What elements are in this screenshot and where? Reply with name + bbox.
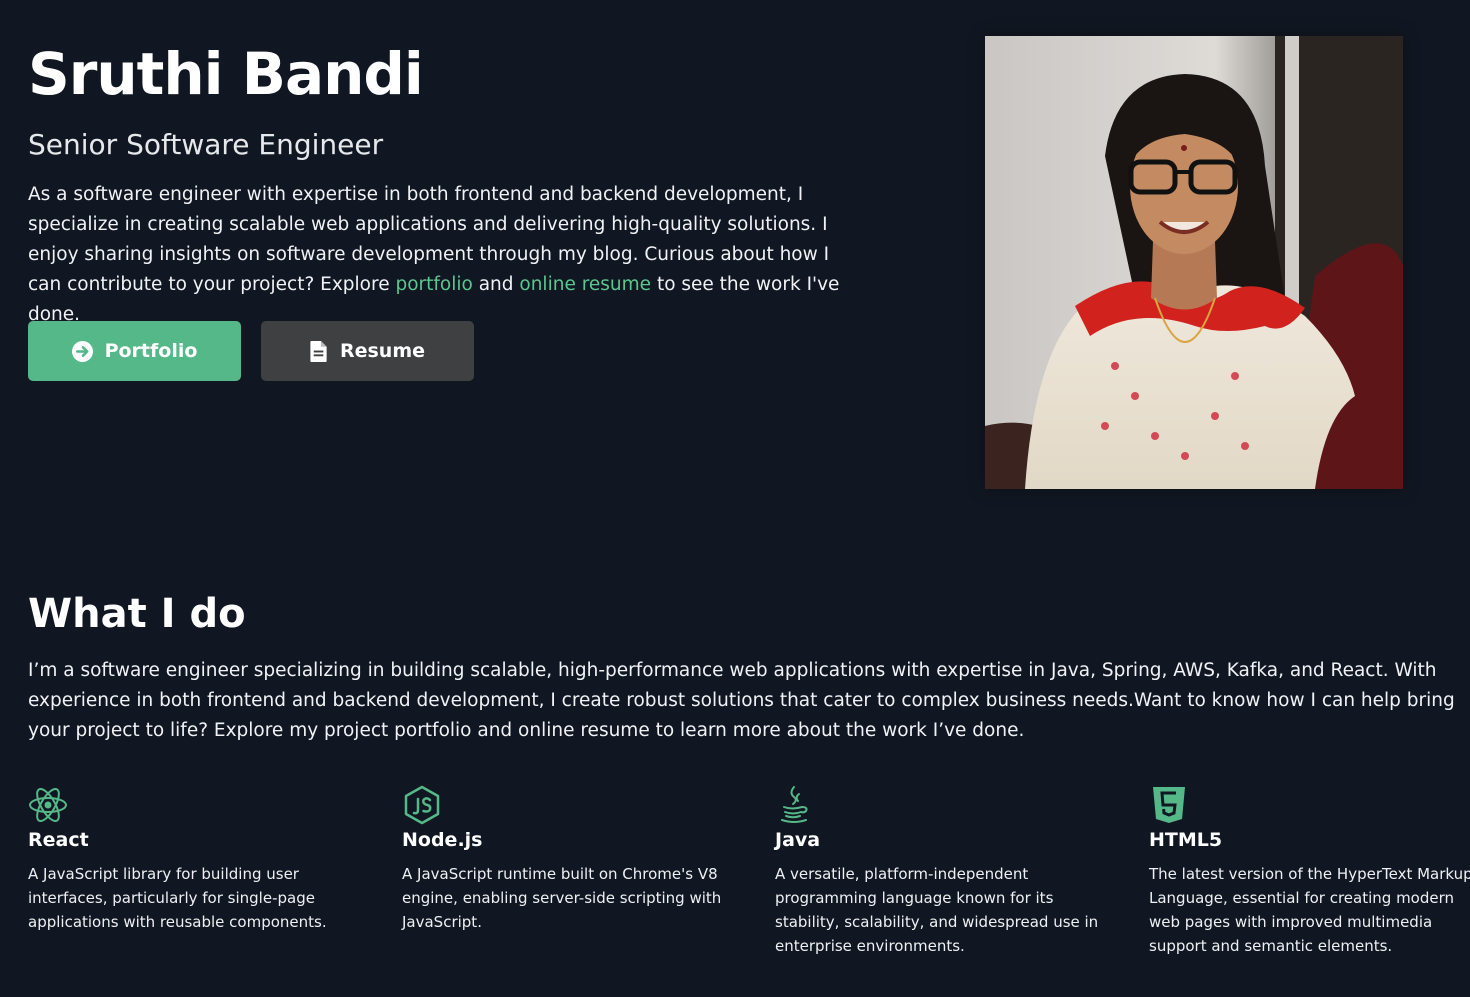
skill-title: HTML5 xyxy=(1149,829,1223,851)
skill-title: Java xyxy=(775,829,821,851)
portfolio-link[interactable]: portfolio xyxy=(395,274,472,295)
skill-description: A JavaScript runtime built on Chrome's V… xyxy=(402,865,722,931)
skill-description: A JavaScript library for building user i… xyxy=(28,865,327,931)
java-icon xyxy=(775,785,815,825)
nodejs-icon xyxy=(402,785,442,825)
resume-button-label: Resume xyxy=(339,340,426,362)
portfolio-button-label: Portfolio xyxy=(104,340,198,362)
what-i-do-intro: I’m a software engineer specializing in … xyxy=(28,660,1455,741)
online-resume-link[interactable]: online resume xyxy=(519,274,651,295)
hero-section: Sruthi Bandi Senior Software Engineer As… xyxy=(28,36,868,330)
file-document-icon xyxy=(310,340,328,362)
arrow-circle-right-icon xyxy=(71,340,93,362)
skill-title: React xyxy=(28,829,89,851)
profile-photo xyxy=(985,36,1403,489)
react-icon xyxy=(28,785,68,825)
skill-card-java: Java A versatile, platform-independent p… xyxy=(775,785,1105,958)
skill-description: A versatile, platform-independent progra… xyxy=(775,865,1099,955)
skill-card-nodejs: Node.js A JavaScript runtime built on Ch… xyxy=(402,785,732,934)
bio-paragraph: As a software engineer with expertise in… xyxy=(28,180,868,330)
bio-and: and xyxy=(472,274,520,295)
resume-button[interactable]: Resume xyxy=(261,321,474,381)
skill-card-html5: HTML5 The latest version of the HyperTex… xyxy=(1149,785,1470,958)
what-i-do-title: What I do xyxy=(28,591,246,637)
skill-description: The latest version of the HyperText Mark… xyxy=(1149,865,1470,955)
skill-title: Node.js xyxy=(402,829,483,851)
portfolio-button[interactable]: Portfolio xyxy=(28,321,241,381)
page-title: Sruthi Bandi xyxy=(28,40,424,108)
skill-card-react: React A JavaScript library for building … xyxy=(28,785,358,934)
job-title: Senior Software Engineer xyxy=(28,128,384,161)
hero-buttons: Portfolio Resume xyxy=(28,321,474,381)
html5-icon xyxy=(1149,785,1189,825)
